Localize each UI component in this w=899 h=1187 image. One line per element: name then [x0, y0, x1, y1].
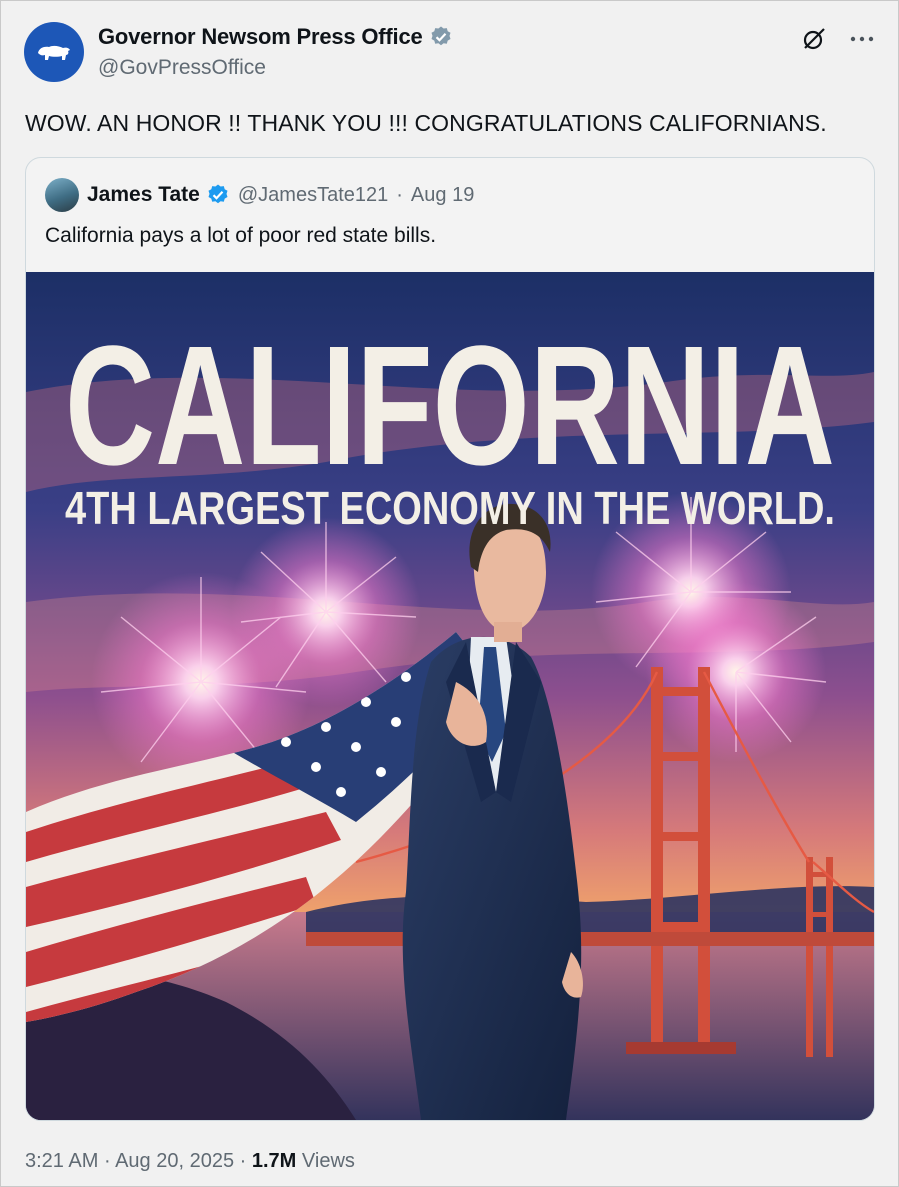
separator: · — [239, 1150, 247, 1172]
quoted-text: California pays a lot of poor red state … — [45, 224, 437, 247]
more-button[interactable] — [847, 24, 877, 54]
quoted-date[interactable]: Aug 19 — [411, 184, 474, 207]
verified-badge-icon — [431, 26, 451, 46]
separator: · — [103, 1150, 111, 1172]
verified-badge-icon — [208, 184, 228, 204]
grok-icon — [803, 28, 825, 50]
author-name[interactable]: Governor Newsom Press Office — [98, 24, 423, 50]
views-label: Views — [301, 1150, 355, 1172]
post-meta: 3:21 AM · Aug 20, 2025 · 1.7M Views — [25, 1150, 355, 1173]
image-subheadline: 4TH LARGEST ECONOMY IN THE WORLD. — [65, 482, 835, 534]
quoted-author-handle[interactable]: @JamesTate121 — [238, 184, 388, 207]
post-text: WOW. AN HONOR !! THANK YOU !!! CONGRATUL… — [25, 110, 827, 136]
quoted-author-avatar[interactable] — [45, 178, 79, 212]
quoted-image[interactable]: CALIFORNIA 4TH LARGEST ECONOMY IN THE WO… — [26, 272, 874, 1120]
separator: · — [396, 183, 403, 206]
author-avatar[interactable] — [24, 22, 84, 82]
quoted-post[interactable]: James Tate @JamesTate121 · Aug 19 Califo… — [25, 157, 875, 1121]
quoted-author-name[interactable]: James Tate — [87, 183, 200, 207]
post-time[interactable]: 3:21 AM — [25, 1150, 98, 1172]
post-date[interactable]: Aug 20, 2025 — [115, 1150, 234, 1172]
more-icon — [850, 36, 874, 42]
image-headline: CALIFORNIA — [65, 311, 835, 501]
author-handle[interactable]: @GovPressOffice — [98, 56, 266, 80]
grok-button[interactable] — [799, 24, 829, 54]
views-count: 1.7M — [251, 1150, 297, 1172]
california-bear-icon — [38, 45, 70, 60]
